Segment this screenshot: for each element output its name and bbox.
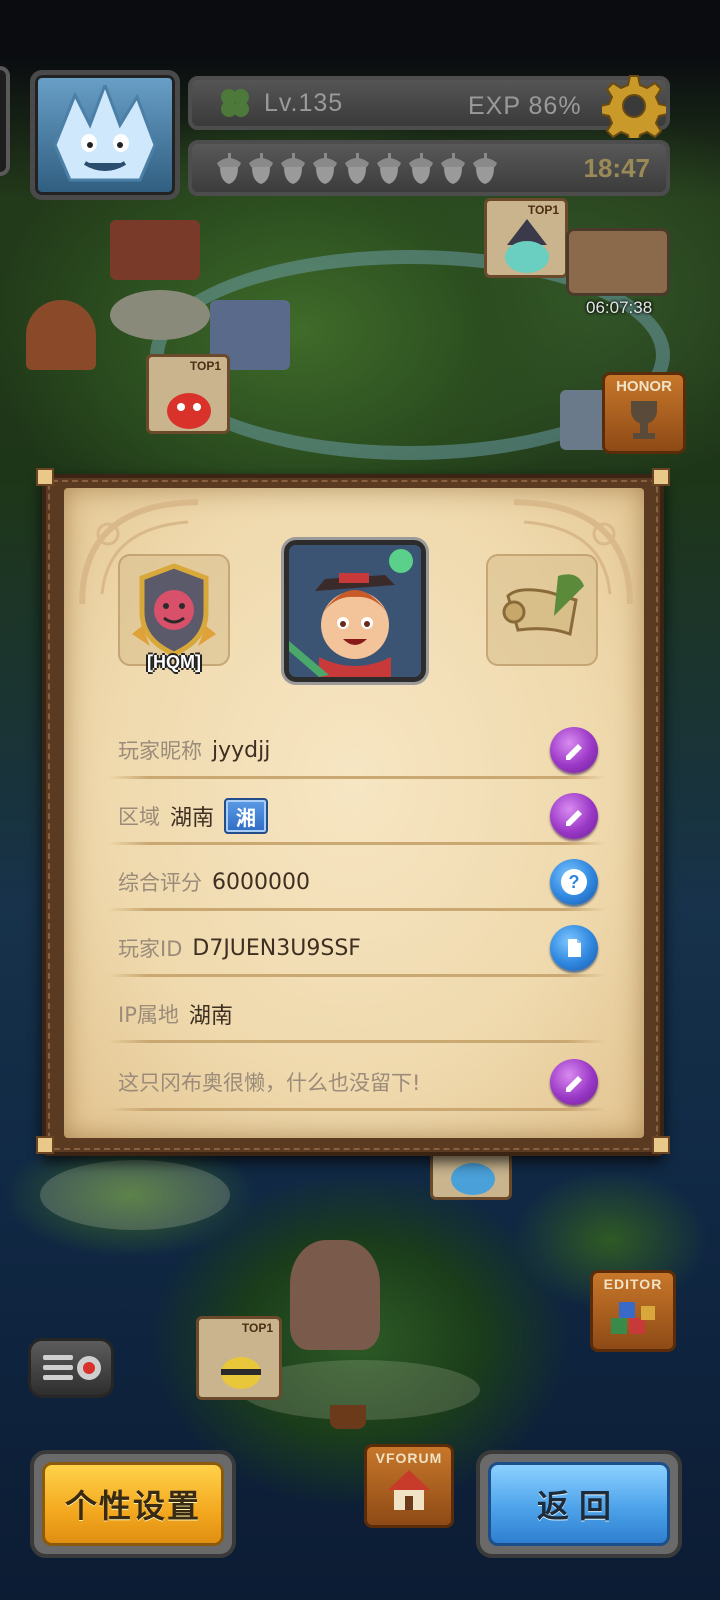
bee-creature-icon	[221, 1357, 261, 1389]
pencil-icon	[566, 744, 582, 760]
title-scroll-slot[interactable]	[486, 554, 598, 666]
back-button-label: 返回	[488, 1462, 670, 1546]
row-divider	[108, 908, 606, 911]
copy-id-button[interactable]	[550, 925, 598, 971]
top-card-label: TOP1	[189, 359, 221, 373]
vforum-label: VFORUM	[375, 1450, 443, 1466]
side-drawer-tab[interactable]	[0, 66, 10, 176]
signature-row: 这只冈布奥很懒，什么也没留下!	[118, 1059, 598, 1105]
back-button[interactable]: 返回	[476, 1450, 682, 1558]
chest-timer: 06:07:38	[586, 298, 653, 317]
region-row: 区域 湖南 湘	[118, 793, 598, 839]
map-building	[26, 300, 96, 370]
personalize-button-label: 个性设置	[42, 1462, 224, 1546]
editor-button[interactable]: EDITOR	[590, 1270, 676, 1352]
row-divider	[108, 974, 606, 977]
skull-mountain	[290, 1240, 380, 1350]
row-divider	[108, 776, 606, 779]
level-exp-bar: Lv.135 EXP 86%	[188, 76, 670, 130]
guild-tag: [HQM]	[147, 652, 201, 672]
acorn-energy-icon	[473, 153, 497, 184]
ice-monster-icon	[53, 85, 157, 182]
player-id-label: 玩家ID	[118, 937, 183, 961]
row-divider	[108, 1040, 606, 1043]
frame-corner	[652, 468, 670, 486]
house-icon	[388, 1470, 430, 1510]
blocks-icon	[611, 1302, 655, 1334]
acorn-energy-icon	[377, 153, 401, 184]
guild-shield-icon	[132, 563, 216, 657]
clover-icon	[221, 89, 249, 117]
top-card-label: TOP1	[527, 203, 559, 217]
chat-list-icon	[43, 1355, 101, 1380]
acorn-energy-icon	[409, 153, 433, 184]
map-top-player-card[interactable]: TOP1	[196, 1316, 282, 1400]
player-mascot-portrait[interactable]	[30, 70, 180, 200]
edit-nickname-button[interactable]	[550, 727, 598, 773]
region-badge: 湘	[224, 798, 269, 834]
exp-percentage: EXP 86%	[468, 92, 582, 120]
guild-emblem-slot[interactable]	[118, 554, 230, 666]
nickname-label: 玩家昵称	[118, 739, 202, 763]
island-beach	[40, 1160, 230, 1230]
edit-region-button[interactable]	[550, 793, 598, 839]
avatar-character-icon	[289, 545, 421, 677]
copy-icon	[568, 939, 581, 957]
chat-menu-button[interactable]	[28, 1338, 114, 1398]
player-avatar[interactable]	[284, 540, 426, 682]
nickname-row: 玩家昵称 jyydjj	[118, 727, 598, 773]
rating-help-button[interactable]: ?	[550, 859, 598, 905]
red-creature-icon	[167, 393, 211, 429]
witch-creature-icon	[505, 219, 549, 273]
acorn-energy-icon	[441, 153, 465, 184]
rating-row: 综合评分 6000000 ?	[118, 859, 598, 905]
acorn-energy-icon	[345, 153, 369, 184]
frame-corner	[36, 468, 54, 486]
trophy-icon	[631, 401, 657, 439]
vforum-button[interactable]: VFORUM	[364, 1444, 454, 1528]
top-card-label: TOP1	[241, 1321, 273, 1335]
ip-location-value: 湖南	[188, 1004, 233, 1029]
treasure-chest-icon[interactable]	[566, 228, 670, 296]
row-divider	[108, 842, 606, 845]
map-building	[110, 220, 200, 280]
frame-corner	[36, 1136, 54, 1154]
acorn-energy-icon	[217, 153, 241, 184]
acorn-energy-icon	[281, 153, 305, 184]
scroll-quill-icon	[502, 574, 584, 637]
signature-text: 这只冈布奥很懒，什么也没留下!	[118, 1071, 421, 1095]
settings-gear-icon[interactable]	[602, 74, 666, 138]
nickname-value: jyydjj	[212, 737, 271, 763]
region-label: 区域	[118, 805, 160, 829]
editor-label: EDITOR	[603, 1276, 663, 1292]
energy-bar: 18:47	[188, 140, 670, 196]
player-level: Lv.135	[264, 88, 344, 117]
region-value: 湖南	[170, 806, 215, 831]
pencil-icon	[566, 1076, 582, 1092]
pencil-icon	[566, 810, 582, 826]
ip-location-label: IP属地	[118, 1003, 179, 1027]
map-top-player-card[interactable]: TOP1	[146, 354, 230, 434]
map-statue	[110, 290, 210, 340]
acorn-energy-icon	[249, 153, 273, 184]
rating-value: 6000000	[212, 869, 310, 895]
edit-signature-button[interactable]	[550, 1059, 598, 1105]
frame-corner	[652, 1136, 670, 1154]
blue-creature-icon	[451, 1163, 495, 1195]
honor-label: HONOR	[616, 378, 672, 395]
player-id-row: 玩家ID D7JUEN3U9SSF	[118, 925, 598, 971]
personalize-settings-button[interactable]: 个性设置	[30, 1450, 236, 1558]
honor-button[interactable]: HONOR	[602, 372, 686, 454]
player-id-value: D7JUEN3U9SSF	[192, 935, 361, 961]
question-icon: ?	[561, 869, 587, 895]
energy-refill-timer: 18:47	[583, 153, 651, 183]
row-divider	[108, 1108, 606, 1111]
rating-label: 综合评分	[118, 871, 202, 895]
boat	[330, 1405, 366, 1429]
acorn-energy-icon	[313, 153, 337, 184]
ip-location-row: IP属地 湖南	[118, 992, 598, 1036]
map-top-player-card[interactable]: TOP1	[484, 198, 568, 278]
